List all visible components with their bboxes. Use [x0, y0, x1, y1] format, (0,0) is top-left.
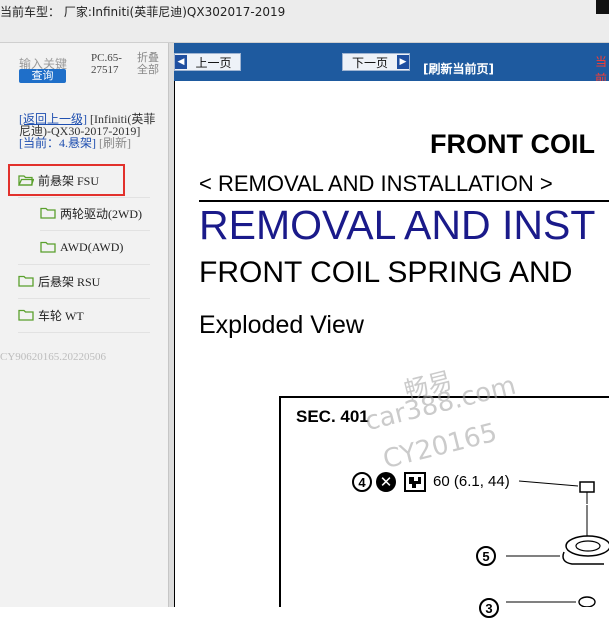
- tree-item-label: AWD(AWD): [60, 239, 124, 254]
- tree-item-label: 前悬架 FSU: [38, 173, 100, 188]
- do-not-reuse-icon: ✕: [376, 472, 396, 492]
- callout-3: 3: [479, 598, 499, 618]
- tree-item-wheel[interactable]: 车轮 WT: [18, 304, 84, 326]
- tree-divider: [18, 332, 150, 333]
- titlebar-corner-block: [596, 0, 609, 14]
- refresh-page-link[interactable]: [刷新当前页]: [423, 60, 494, 77]
- tree-item-rear-suspension[interactable]: 后悬架 RSU: [18, 270, 100, 292]
- prev-page-button[interactable]: ◀ 上一页: [174, 53, 241, 71]
- window-title: 当前车型： 厂家:Infiniti(英菲尼迪)QX302017-2019: [0, 5, 286, 19]
- tree-item-label: 后悬架 RSU: [38, 274, 101, 289]
- tree-item-2wd[interactable]: 两轮驱动(2WD): [40, 202, 142, 224]
- search-button[interactable]: 查询: [19, 69, 66, 83]
- refresh-link[interactable]: [刷新]: [99, 136, 131, 150]
- window-titlebar: 当前车型： 厂家:Infiniti(英菲尼迪)QX302017-2019: [0, 0, 609, 43]
- tree-item-label: 两轮驱动(2WD): [60, 206, 142, 221]
- tree-divider: [18, 197, 150, 198]
- doc-heading-subsection: < REMOVAL AND INSTALLATION >: [199, 171, 553, 196]
- current-category: [当前：4.悬架]: [19, 136, 96, 150]
- doc-heading-component: FRONT COIL SPRING AND: [199, 256, 573, 289]
- tree-item-front-suspension[interactable]: 前悬架 FSU: [18, 169, 99, 191]
- tree-divider: [18, 298, 150, 299]
- callout-4: 4: [352, 472, 372, 492]
- doc-heading-section: FRONT COIL: [430, 129, 595, 159]
- tree-item-label: 车轮 WT: [38, 308, 84, 323]
- doc-heading-exploded-view: Exploded View: [199, 311, 364, 339]
- doc-heading-procedure: REMOVAL AND INST: [199, 202, 596, 248]
- arrow-right-icon: ▶: [397, 55, 409, 69]
- sidebar-watermark: CY90620165.20220506: [0, 351, 107, 363]
- tree-divider: [40, 230, 150, 231]
- folder-icon: [40, 241, 56, 253]
- folder-icon: [18, 309, 34, 321]
- fold-all-button[interactable]: 折叠全部: [137, 52, 163, 76]
- arrow-left-icon: ◀: [175, 55, 187, 69]
- figure-section-label: SEC. 401: [296, 407, 369, 426]
- folder-icon: [40, 207, 56, 219]
- wrench-torque-icon: [404, 472, 426, 492]
- pc-code: PC.65-27517: [91, 52, 122, 76]
- breadcrumb: [返回上一级] [Infiniti(英菲尼迪)-QX30-2017-2019] …: [19, 113, 167, 149]
- tree-item-awd[interactable]: AWD(AWD): [40, 236, 123, 258]
- torque-spec: 60 (6.1, 44): [433, 473, 510, 490]
- next-page-button[interactable]: 下一页 ▶: [342, 53, 410, 71]
- strut-mount-drawing: [506, 480, 609, 607]
- folder-icon: [18, 275, 34, 287]
- tree-divider: [18, 264, 150, 265]
- folder-open-icon: [18, 175, 34, 186]
- document-toolbar: ◀ 上一页 下一页 ▶ [刷新当前页] 当前: [174, 43, 609, 86]
- callout-5: 5: [476, 546, 496, 566]
